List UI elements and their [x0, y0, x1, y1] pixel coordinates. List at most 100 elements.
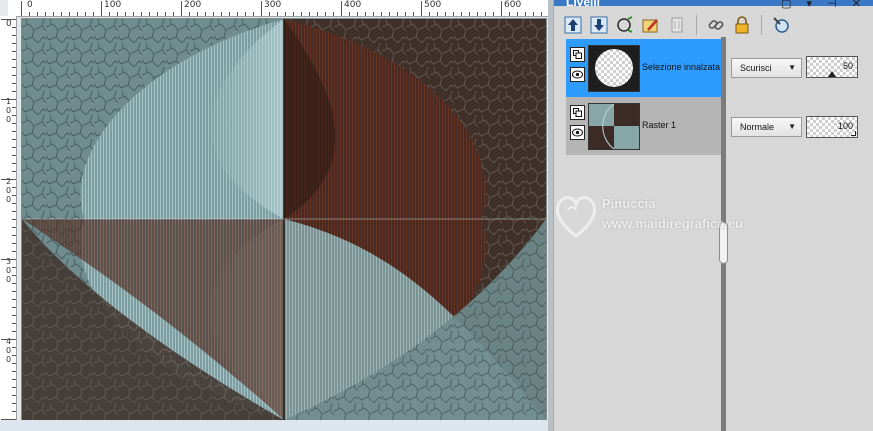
visibility-eye-icon[interactable] [570, 67, 585, 82]
panel-window-controls[interactable]: ▢ ▾ ⊣ ✕ [781, 0, 867, 10]
chevron-down-icon: ▼ [788, 122, 796, 131]
ruler-tick [12, 83, 16, 84]
layer-row-icons [570, 105, 585, 145]
blend-mode-dropdown[interactable]: Scurisci ▼ [731, 58, 802, 78]
layer-group-icon[interactable] [570, 105, 585, 120]
opacity-value: 100 [837, 121, 853, 131]
ruler-tick [421, 1, 422, 16]
ruler-tick [149, 12, 150, 16]
ruler-tick [12, 195, 16, 196]
opacity-value: 50 [842, 61, 853, 71]
ruler-label-digit: 0 [6, 186, 12, 195]
ruler-tick [429, 12, 430, 16]
ruler-tick [101, 1, 102, 16]
ruler-tick [485, 12, 486, 16]
ruler-tick [61, 12, 62, 16]
ruler-tick [197, 12, 198, 16]
ruler-tick [12, 163, 16, 164]
new-layer-icon[interactable] [614, 14, 636, 36]
ruler-tick [12, 155, 16, 156]
ruler-tick [333, 12, 334, 16]
ruler-tick [12, 267, 16, 268]
image-workspace: 0 100 200 300 400 500 600 0 100 200 300 … [0, 0, 553, 431]
ruler-tick [12, 51, 16, 52]
ruler-tick [12, 371, 16, 372]
ruler-tick [12, 187, 16, 188]
ruler-tick [373, 12, 374, 16]
ruler-tick [12, 243, 16, 244]
move-layer-down-icon[interactable] [588, 14, 610, 36]
ruler-label-digit: 0 [6, 195, 12, 204]
ruler-tick [12, 139, 16, 140]
lock-layer-icon[interactable] [731, 14, 753, 36]
ruler-tick [12, 347, 16, 348]
ruler-tick [12, 387, 16, 388]
ruler-tick [533, 12, 534, 16]
ruler-tick [157, 12, 158, 16]
ruler-label: 500 [424, 0, 442, 10]
watermark-name: Pinuccia [602, 196, 656, 211]
ruler-label: 400 [344, 0, 362, 10]
ruler-tick [12, 203, 16, 204]
layer-thumbnail [588, 103, 640, 150]
ruler-tick [1, 179, 16, 180]
ruler-tick [1, 339, 16, 340]
ruler-label: 0 [6, 19, 12, 29]
ruler-tick [12, 219, 16, 220]
ruler-label: 200 [184, 0, 202, 10]
ruler-tick [12, 75, 16, 76]
layers-list: Selezione innalzata Raster 1 [566, 37, 721, 157]
ruler-tick [12, 27, 16, 28]
ruler-tick [109, 12, 110, 16]
ruler-tick [12, 171, 16, 172]
ruler-tick [445, 12, 446, 16]
visibility-eye-icon[interactable] [570, 125, 585, 140]
ruler-tick [341, 1, 342, 16]
ruler-tick [1, 19, 16, 20]
edit-layer-icon[interactable] [640, 14, 662, 36]
ruler-label: 0 [27, 0, 33, 10]
ruler-tick [253, 12, 254, 16]
layer-group-icon[interactable] [570, 47, 585, 62]
ruler-tick [309, 12, 310, 16]
move-layer-up-icon[interactable] [562, 14, 584, 36]
ruler-tick [12, 211, 16, 212]
canvas-bottom-border [0, 420, 553, 431]
ruler-tick [12, 43, 16, 44]
layer-properties-icon[interactable] [770, 14, 792, 36]
layer-row-icons [570, 47, 585, 87]
watermark-url: www.maidiregrafica.eu [602, 216, 744, 231]
opacity-slider[interactable]: 50 [806, 56, 858, 78]
ruler-tick [93, 12, 94, 16]
ruler-tick [125, 12, 126, 16]
ruler-tick [261, 1, 262, 16]
ruler-tick [12, 131, 16, 132]
ruler-tick [437, 12, 438, 16]
ruler-tick [365, 12, 366, 16]
opacity-marker[interactable] [828, 71, 836, 77]
blend-mode-value: Normale [740, 122, 775, 132]
blend-mode-dropdown[interactable]: Normale ▼ [731, 117, 802, 137]
ruler-tick [213, 12, 214, 16]
link-layers-icon[interactable] [705, 14, 727, 36]
ruler-tick [12, 91, 16, 92]
ruler-tick [12, 107, 16, 108]
layer-row-raster-1[interactable]: Raster 1 [566, 97, 721, 155]
ruler-tick [493, 12, 494, 16]
horizontal-ruler: 0 100 200 300 400 500 600 [8, 0, 553, 17]
ruler-tick [389, 12, 390, 16]
ruler-tick [53, 12, 54, 16]
delete-layer-icon[interactable] [666, 14, 688, 36]
layer-thumbnail [588, 45, 640, 92]
layer-row-selezione-innalzata[interactable]: Selezione innalzata [566, 39, 721, 97]
ruler-tick [12, 323, 16, 324]
image-canvas[interactable] [21, 18, 547, 421]
ruler-tick [461, 12, 462, 16]
ruler-tick [189, 12, 190, 16]
ruler-tick [293, 12, 294, 16]
ruler-tick [12, 115, 16, 116]
ruler-tick [12, 35, 16, 36]
ruler-tick [517, 12, 518, 16]
ruler-tick [317, 12, 318, 16]
opacity-slider[interactable]: 100 [806, 116, 858, 138]
